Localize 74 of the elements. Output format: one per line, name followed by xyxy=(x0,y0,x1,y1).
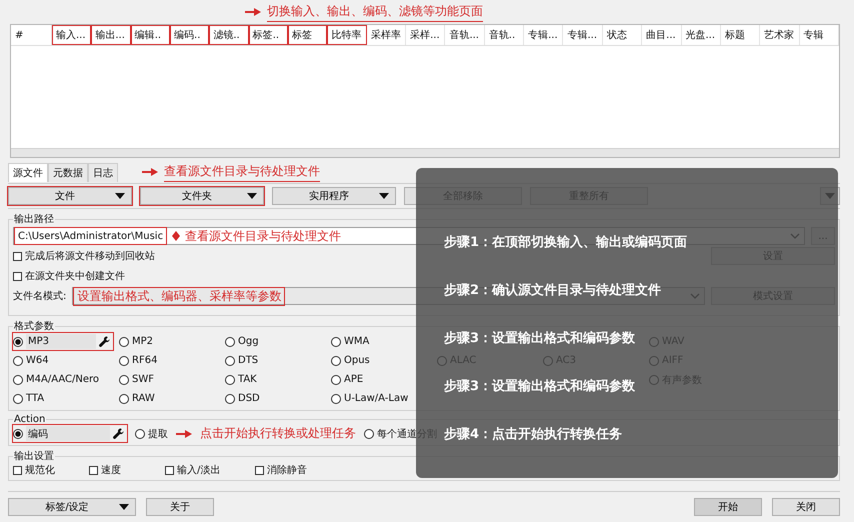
column-header[interactable]: 艺术家 xyxy=(760,25,800,45)
step-text: 步骤3：设置输出格式和编码参数 xyxy=(444,330,636,348)
wrench-icon xyxy=(99,336,110,347)
column-header[interactable]: 采样... xyxy=(406,25,446,45)
checkbox[interactable]: 输入/淡出 xyxy=(165,463,233,477)
column-header[interactable]: 输出... xyxy=(91,25,131,45)
column-header[interactable]: 音轨.. xyxy=(484,25,524,45)
column-header[interactable]: # xyxy=(11,25,52,45)
footer-button[interactable]: 标签/设定 xyxy=(8,498,136,516)
action-radio[interactable]: 提取 xyxy=(135,425,168,442)
arrow-icon xyxy=(245,8,261,16)
column-header[interactable]: 标题 xyxy=(720,25,760,45)
column-header[interactable]: 编码.. xyxy=(170,25,210,45)
format-radio[interactable]: W64 xyxy=(13,352,119,369)
checkbox[interactable]: 完成后将源文件移动到回收站 xyxy=(13,249,155,263)
caret-icon xyxy=(247,193,257,199)
path-value: C:\Users\Administrator\Music xyxy=(14,227,168,245)
format-radio[interactable]: TTA xyxy=(13,390,119,407)
group-title: 输出设置 xyxy=(13,450,55,463)
annotation-text: 查看源文件目录与待处理文件 xyxy=(185,228,342,244)
tab[interactable]: 日志 xyxy=(88,162,118,182)
caret-icon xyxy=(119,504,129,510)
checkbox[interactable]: 规范化 xyxy=(13,463,67,477)
annotation-text: 设置输出格式、编码器、采样率等参数 xyxy=(73,286,286,306)
tab[interactable]: 源文件 xyxy=(8,162,48,182)
annotation-text: 查看源文件目录与待处理文件 xyxy=(164,162,320,182)
format-radio[interactable]: SWF xyxy=(119,371,225,388)
arrow-icon xyxy=(142,168,158,176)
toolbar-button[interactable]: 实用程序 xyxy=(272,187,396,205)
caret-icon xyxy=(379,193,389,199)
annotation-text: 切换输入、输出、编码、滤镜等功能页面 xyxy=(267,2,483,22)
checkbox[interactable]: 消除静音 xyxy=(255,463,309,477)
column-header[interactable]: 比特率 xyxy=(327,25,367,45)
format-radio[interactable]: MP2 xyxy=(119,333,225,350)
group-title: 格式参数 xyxy=(13,320,55,333)
horizontal-scrollbar[interactable] xyxy=(11,148,839,157)
column-header[interactable]: 光盘... xyxy=(682,25,721,45)
column-header[interactable]: 编辑.. xyxy=(130,25,170,45)
column-header[interactable]: 专辑... xyxy=(524,25,564,45)
column-header[interactable]: 曲目... xyxy=(642,25,682,45)
format-radio[interactable]: TAK xyxy=(225,371,331,388)
column-header[interactable]: 输入... xyxy=(52,25,92,45)
pointer-icon xyxy=(172,231,180,241)
format-radio[interactable]: DTS xyxy=(225,352,331,369)
format-radio[interactable]: RAW xyxy=(119,390,225,407)
column-header[interactable]: 滤镜.. xyxy=(209,25,249,45)
column-header[interactable]: 采样率 xyxy=(366,25,406,45)
format-radio[interactable]: DSD xyxy=(225,390,331,407)
footer-button[interactable]: 开始 xyxy=(694,498,762,516)
format-radio[interactable]: RF64 xyxy=(119,352,225,369)
toolbar-button[interactable]: 文件夹 xyxy=(140,187,264,205)
annotation-text: 点击开始执行转换或处理任务 xyxy=(200,425,356,442)
column-header[interactable]: 音轨... xyxy=(445,25,485,45)
tab[interactable]: 元数据 xyxy=(48,162,88,182)
wrench-icon xyxy=(113,428,124,439)
group-title: 输出路径 xyxy=(13,212,55,226)
caret-icon xyxy=(115,193,125,199)
column-header[interactable]: 标签.. xyxy=(248,25,288,45)
footer-button[interactable]: 关闭 xyxy=(772,498,840,516)
footer-button[interactable]: 关于 xyxy=(146,498,214,516)
format-radio[interactable]: Ogg xyxy=(225,333,331,350)
column-header[interactable]: 专辑 xyxy=(800,25,839,45)
group-title: Action xyxy=(13,414,46,425)
format-radio[interactable]: M4A/AAC/Nero xyxy=(13,371,119,388)
checkbox[interactable]: 速度 xyxy=(89,463,143,477)
toolbar-button[interactable]: 文件 xyxy=(8,187,132,205)
checkbox[interactable]: 在源文件夹中创建文件 xyxy=(13,269,125,283)
step-text: 步骤4：点击开始执行转换任务 xyxy=(444,426,622,444)
column-header[interactable]: 状态 xyxy=(602,25,642,45)
step-text: 步骤3：设置输出格式和编码参数 xyxy=(444,378,636,396)
column-header[interactable]: 标签 xyxy=(288,25,328,45)
field-label: 文件名模式: xyxy=(13,290,66,303)
arrow-icon xyxy=(176,430,192,438)
column-header[interactable]: 专辑... xyxy=(563,25,603,45)
